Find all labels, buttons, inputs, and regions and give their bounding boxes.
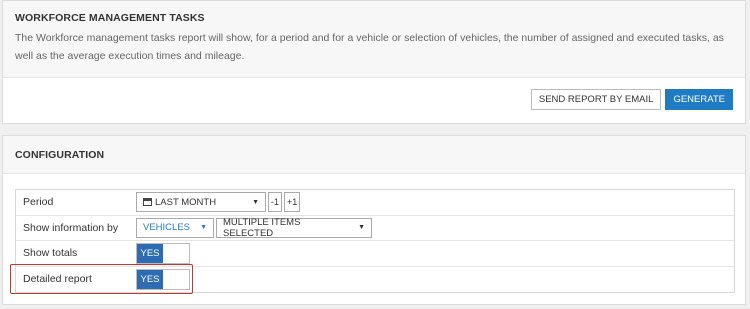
report-header-panel: WORKFORCE MANAGEMENT TASKS The Workforce… xyxy=(2,0,746,124)
period-minus-button[interactable]: -1 xyxy=(268,192,283,213)
show-info-type-select[interactable]: VEHICLES ▼ xyxy=(136,217,214,238)
caret-down-icon: ▼ xyxy=(200,224,207,232)
toggle-off-area xyxy=(163,269,189,289)
show-info-type-value: VEHICLES xyxy=(143,222,190,234)
report-title: WORKFORCE MANAGEMENT TASKS xyxy=(15,12,205,24)
show-totals-toggle-on: YES xyxy=(137,243,163,263)
report-description: The Workforce management tasks report wi… xyxy=(15,32,724,62)
detailed-report-row: Detailed report YES xyxy=(16,267,734,293)
calendar-icon xyxy=(143,197,152,206)
generate-button[interactable]: GENERATE xyxy=(665,89,733,110)
toggle-off-area xyxy=(163,243,189,263)
configuration-form: Period LAST MONTH ▼ -1 +1 Show informati… xyxy=(15,189,735,293)
period-select-content: LAST MONTH xyxy=(143,197,216,208)
show-totals-label: Show totals xyxy=(23,247,78,260)
configuration-title: CONFIGURATION xyxy=(15,149,105,161)
detailed-report-toggle[interactable]: YES xyxy=(136,268,190,290)
caret-down-icon: ▼ xyxy=(252,198,259,206)
caret-down-icon: ▼ xyxy=(358,224,365,232)
show-totals-toggle[interactable]: YES xyxy=(136,242,190,264)
send-report-email-button[interactable]: SEND REPORT BY EMAIL xyxy=(530,89,662,110)
show-info-row: Show information by VEHICLES ▼ MULTIPLE … xyxy=(16,216,734,241)
configuration-panel: CONFIGURATION Period LAST MONTH ▼ -1 +1 … xyxy=(2,135,746,305)
report-header: WORKFORCE MANAGEMENT TASKS The Workforce… xyxy=(3,1,745,78)
period-plus-button[interactable]: +1 xyxy=(284,192,301,213)
show-info-controls: VEHICLES ▼ MULTIPLE ITEMS SELECTED ▼ xyxy=(136,216,372,239)
show-totals-row: Show totals YES xyxy=(16,241,734,267)
period-value: LAST MONTH xyxy=(155,196,217,208)
show-info-items-value: MULTIPLE ITEMS SELECTED xyxy=(223,216,301,239)
configuration-header: CONFIGURATION xyxy=(3,136,745,174)
period-row: Period LAST MONTH ▼ -1 +1 xyxy=(16,190,734,216)
action-buttons: SEND REPORT BY EMAIL GENERATE xyxy=(530,89,733,110)
period-select[interactable]: LAST MONTH ▼ xyxy=(136,192,266,213)
period-controls: LAST MONTH ▼ -1 +1 xyxy=(136,192,301,213)
detailed-report-toggle-on: YES xyxy=(137,269,163,289)
show-info-items-select[interactable]: MULTIPLE ITEMS SELECTED ▼ xyxy=(216,216,372,239)
detailed-report-label: Detailed report xyxy=(23,273,92,286)
period-label: Period xyxy=(23,196,54,209)
show-info-label: Show information by xyxy=(23,221,119,234)
